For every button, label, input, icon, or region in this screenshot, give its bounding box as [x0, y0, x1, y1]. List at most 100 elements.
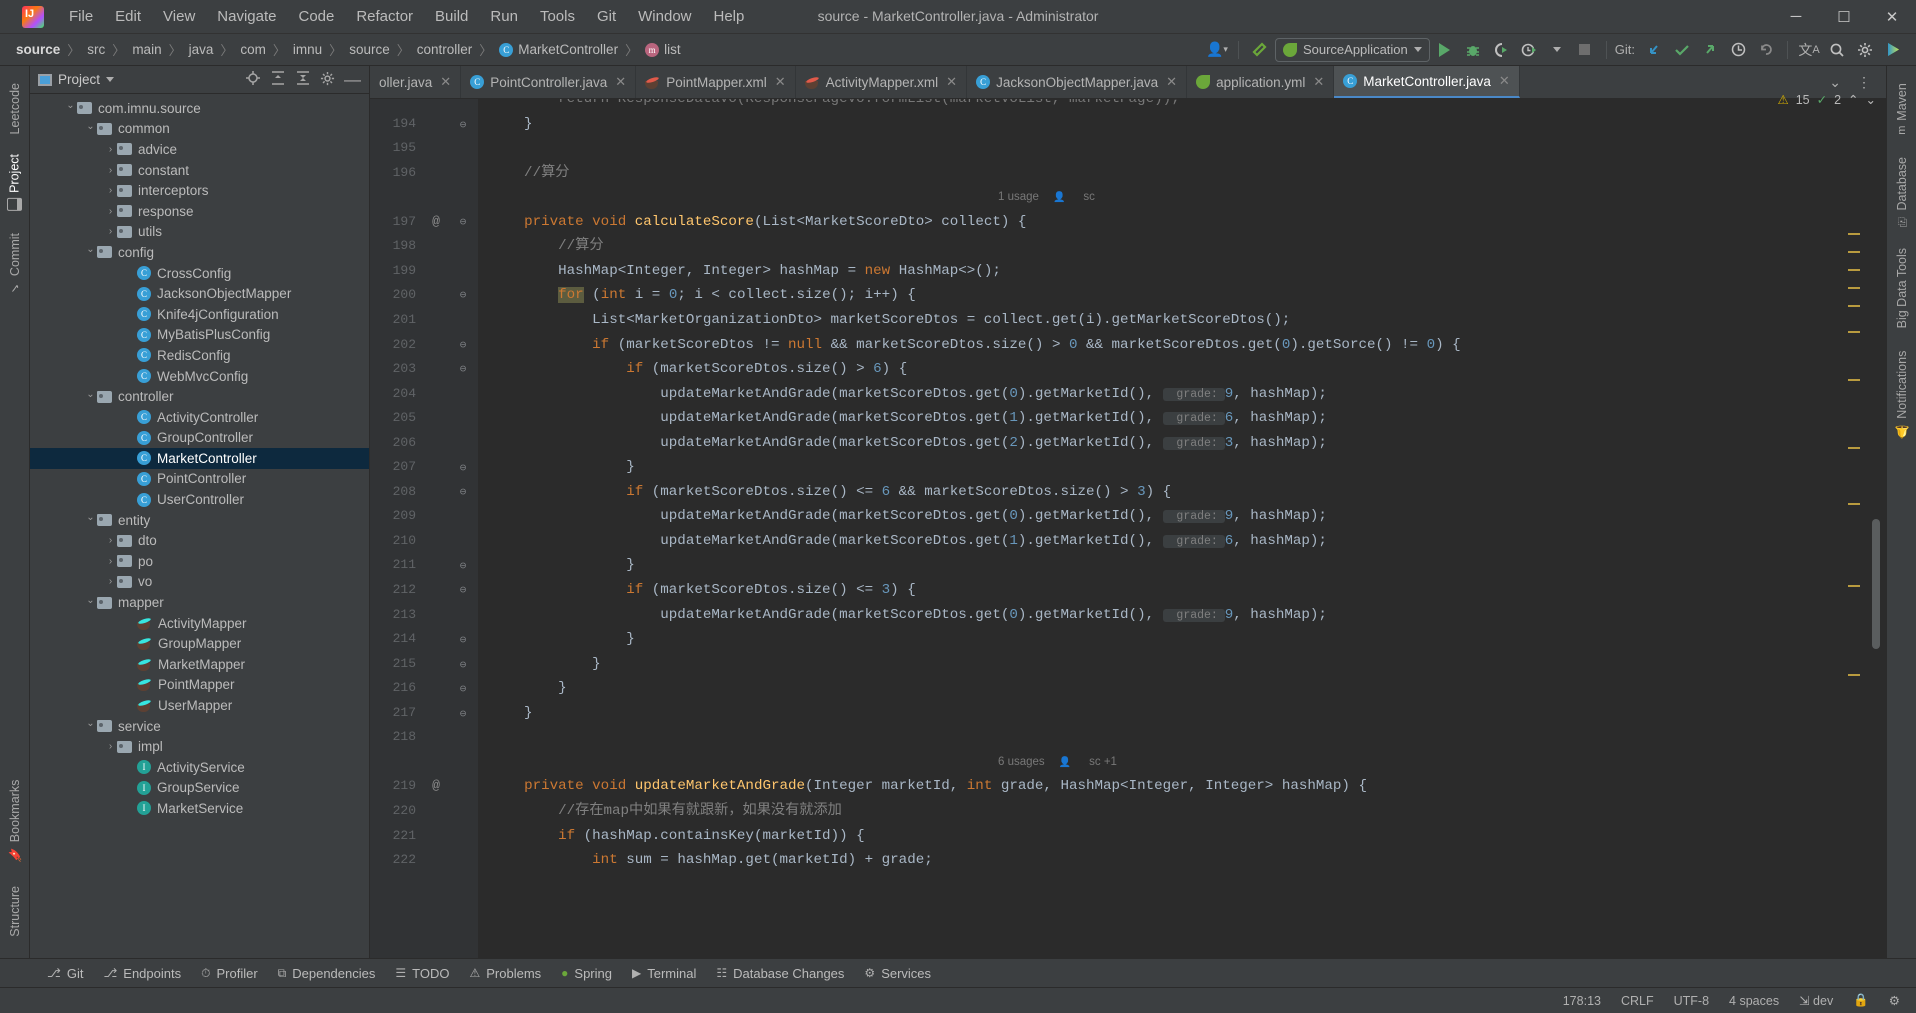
- code-line[interactable]: private void calculateScore(List<MarketS…: [490, 210, 1026, 235]
- chevron-down-icon[interactable]: ⌄: [84, 595, 97, 609]
- annotation-gutter-icon[interactable]: @: [428, 214, 444, 229]
- code-folding-icon[interactable]: ⊖: [456, 460, 470, 474]
- code-folding-icon[interactable]: ⊖: [456, 657, 470, 671]
- code-line[interactable]: List<MarketOrganizationDto> marketScoreD…: [490, 308, 1290, 333]
- run-icon[interactable]: [1432, 38, 1458, 62]
- editor-tab[interactable]: C JacksonObjectMapper.java ✕: [967, 66, 1188, 98]
- editor-tab[interactable]: application.yml ✕: [1187, 66, 1335, 98]
- tree-node[interactable]: C RedisConfig: [30, 345, 369, 366]
- code-line[interactable]: int sum = hashMap.get(marketId) + grade;: [490, 848, 933, 873]
- breadcrumb-main[interactable]: main: [132, 42, 161, 57]
- code-line[interactable]: updateMarketAndGrade(marketScoreDtos.get…: [490, 382, 1327, 408]
- run-configuration-selector[interactable]: SourceApplication: [1274, 37, 1430, 62]
- profiler-dropdown-icon[interactable]: [1544, 38, 1570, 62]
- code-line[interactable]: return ResponseDataVo(ResponsePageVo.for…: [490, 99, 1180, 112]
- menu-window[interactable]: Window: [627, 5, 702, 28]
- minimize-icon[interactable]: ─: [1772, 0, 1820, 34]
- editor-tab[interactable]: ActivityMapper.xml ✕: [796, 66, 968, 98]
- chevron-down-icon[interactable]: ⌄: [64, 100, 77, 115]
- more-options-icon[interactable]: ⋮: [1850, 74, 1878, 91]
- bottom-tab-services[interactable]: ⚙ Services: [855, 963, 940, 984]
- inspection-widget[interactable]: ⚠ 15 ✓ 2 ⌃ ⌄: [1777, 92, 1876, 108]
- chevron-down-icon[interactable]: ⌄: [84, 121, 97, 135]
- run-with-coverage-icon[interactable]: [1488, 38, 1514, 62]
- code-vision-author[interactable]: sc: [1065, 191, 1095, 203]
- breadcrumb-java[interactable]: java: [189, 42, 214, 57]
- bottom-tab-problems[interactable]: ⚠ Problems: [460, 963, 550, 984]
- tree-node[interactable]: ⌄ entity: [30, 510, 369, 531]
- close-tab-icon[interactable]: ✕: [1499, 73, 1510, 89]
- git-branch-widget[interactable]: ⇲ dev: [1799, 993, 1833, 1008]
- tree-node[interactable]: ⌄ com.imnu.source: [30, 98, 369, 119]
- chevron-right-icon[interactable]: ›: [104, 555, 117, 568]
- tree-node[interactable]: ⌄ mapper: [30, 592, 369, 613]
- previous-problem-icon[interactable]: ⌃: [1848, 92, 1858, 107]
- build-hammer-icon[interactable]: [1247, 38, 1273, 62]
- code-editor[interactable]: 194 ⊖ 195 196 197 @ ⊖ 198 199 200 ⊖ 201 202 ⊖ 203 ⊖ 204 2…: [370, 99, 1886, 958]
- code-folding-icon[interactable]: ⊖: [456, 288, 470, 302]
- sidebar-item-project[interactable]: Project: [4, 147, 25, 218]
- bottom-tab-terminal[interactable]: ▶ Terminal: [623, 963, 705, 984]
- search-everywhere-icon[interactable]: [1824, 38, 1850, 62]
- tree-node[interactable]: › po: [30, 551, 369, 572]
- tree-node[interactable]: › impl: [30, 736, 369, 757]
- chevron-down-icon[interactable]: ⌄: [84, 389, 97, 403]
- tree-node[interactable]: › constant: [30, 160, 369, 181]
- bottom-tab-endpoints[interactable]: ⎇ Endpoints: [94, 963, 190, 984]
- chevron-down-icon[interactable]: ⌄: [84, 244, 97, 259]
- account-icon[interactable]: 👤 ▾: [1204, 38, 1230, 62]
- code-line[interactable]: updateMarketAndGrade(marketScoreDtos.get…: [490, 504, 1327, 530]
- code-line[interactable]: updateMarketAndGrade(marketScoreDtos.get…: [490, 529, 1327, 555]
- stop-icon[interactable]: [1572, 38, 1598, 62]
- code-line[interactable]: if (marketScoreDtos != null && marketSco…: [490, 333, 1460, 358]
- tree-node[interactable]: C MyBatisPlusConfig: [30, 325, 369, 346]
- breadcrumb-source[interactable]: source: [349, 42, 390, 57]
- menu-git[interactable]: Git: [586, 5, 627, 28]
- code-folding-icon[interactable]: ⊖: [456, 558, 470, 572]
- bottom-tab-dependencies[interactable]: ⧉ Dependencies: [269, 963, 385, 984]
- chevron-right-icon[interactable]: ›: [104, 164, 117, 177]
- close-tab-icon[interactable]: ✕: [775, 74, 786, 90]
- tree-node[interactable]: › advice: [30, 139, 369, 160]
- chevron-right-icon[interactable]: ›: [104, 740, 117, 753]
- code-folding-icon[interactable]: ⊖: [456, 338, 470, 352]
- collapse-all-icon[interactable]: [295, 70, 311, 89]
- tree-node[interactable]: › vo: [30, 572, 369, 593]
- source-code[interactable]: return ResponseDataVo(ResponsePageVo.for…: [478, 99, 1886, 958]
- breadcrumb-com[interactable]: com: [240, 42, 266, 57]
- code-line[interactable]: }: [490, 553, 635, 578]
- git-push-icon[interactable]: [1697, 38, 1723, 62]
- close-tab-icon[interactable]: ✕: [1166, 74, 1177, 90]
- tree-node[interactable]: C ActivityController: [30, 407, 369, 428]
- hide-panel-icon[interactable]: —: [344, 71, 361, 88]
- chevron-right-icon[interactable]: ›: [104, 184, 117, 197]
- tree-node[interactable]: GroupMapper: [30, 633, 369, 654]
- tree-node[interactable]: ⌄ controller: [30, 386, 369, 407]
- code-line[interactable]: for (int i = 0; i < collect.size(); i++)…: [490, 283, 916, 308]
- menu-help[interactable]: Help: [703, 5, 756, 28]
- tree-node[interactable]: I ActivityService: [30, 757, 369, 778]
- sidebar-item-bookmarks[interactable]: 🔖 Bookmarks: [5, 773, 25, 869]
- sidebar-item-notifications[interactable]: 🔔 Notifications: [1892, 344, 1912, 446]
- git-rollback-icon[interactable]: [1753, 38, 1779, 62]
- menu-refactor[interactable]: Refactor: [345, 5, 424, 28]
- line-separator[interactable]: CRLF: [1621, 994, 1654, 1008]
- menu-code[interactable]: Code: [287, 5, 345, 28]
- close-tab-icon[interactable]: ✕: [440, 74, 451, 90]
- indent-setting[interactable]: 4 spaces: [1729, 994, 1779, 1008]
- editor-tab[interactable]: C PointController.java ✕: [461, 66, 637, 98]
- code-line[interactable]: }: [490, 112, 533, 137]
- tree-node[interactable]: MarketMapper: [30, 654, 369, 675]
- tree-node[interactable]: ⌄ common: [30, 119, 369, 140]
- breadcrumb-class-marketcontroller[interactable]: C MarketController: [499, 42, 618, 57]
- chevron-down-icon[interactable]: ⌄: [84, 718, 97, 733]
- caret-position[interactable]: 178:13: [1563, 994, 1601, 1008]
- code-folding-icon[interactable]: ⊖: [456, 117, 470, 131]
- tree-node[interactable]: PointMapper: [30, 675, 369, 696]
- tree-node[interactable]: I GroupService: [30, 778, 369, 799]
- sidebar-item-maven[interactable]: m Maven: [1892, 76, 1912, 142]
- code-vision-usages[interactable]: 6 usages 👤 sc +1: [490, 750, 1117, 776]
- annotation-gutter-icon[interactable]: @: [428, 778, 444, 793]
- tree-node[interactable]: ⌄ config: [30, 242, 369, 263]
- chevron-right-icon[interactable]: ›: [104, 143, 117, 156]
